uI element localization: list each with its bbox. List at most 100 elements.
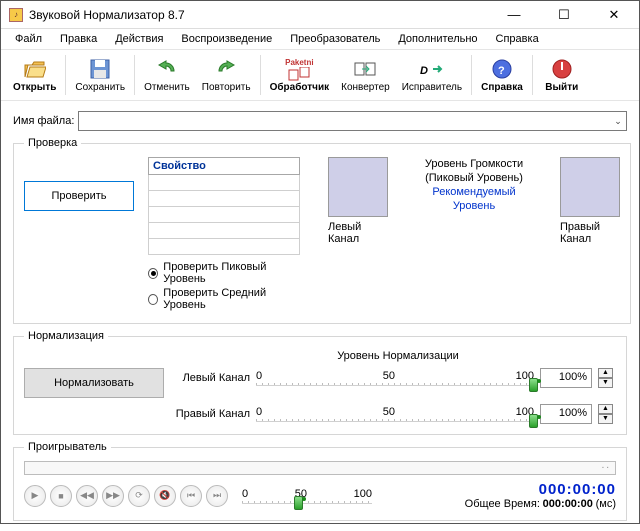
svg-text:?: ?	[498, 65, 505, 77]
filename-row: Имя файла: ⌄	[13, 111, 627, 131]
undo-label: Отменить	[144, 82, 190, 93]
prev-button[interactable]: ⏮	[180, 485, 202, 507]
up-icon: ▲	[598, 368, 613, 378]
norm-level-label: Уровень Нормализации	[256, 350, 540, 362]
right-spinner[interactable]: ▲▼	[598, 404, 616, 424]
left-slider[interactable]: 050100	[256, 370, 534, 386]
forward-button[interactable]: ▶▶	[102, 485, 124, 507]
mute-button[interactable]: 🔇	[154, 485, 176, 507]
left-channel-label: Левый Канал	[328, 221, 388, 245]
save-label: Сохранить	[75, 82, 125, 93]
normalize-legend: Нормализация	[24, 330, 108, 342]
radio-icon	[148, 268, 158, 279]
up-icon: ▲	[598, 404, 613, 414]
convert-label: Конвертер	[341, 82, 390, 93]
redo-label: Повторить	[202, 82, 251, 93]
open-button[interactable]: Открыть	[7, 51, 62, 99]
help-icon: ?	[490, 57, 514, 81]
convert-icon	[353, 57, 377, 81]
window-title: Звуковой Нормализатор 8.7	[29, 8, 497, 22]
radio-icon	[148, 294, 158, 305]
time-display: 000:00:00 Общее Время: 000:00:00 (мс)	[465, 481, 616, 510]
normalize-group: Нормализация Уровень Нормализации Нормал…	[13, 330, 627, 435]
progress-dots-icon: ∙∙	[601, 462, 611, 473]
property-row	[148, 175, 300, 191]
property-row	[148, 239, 300, 255]
help-label: Справка	[481, 82, 523, 93]
filename-label: Имя файла:	[13, 115, 74, 127]
property-header: Свойство	[148, 157, 300, 175]
right-slider[interactable]: 050100	[256, 406, 534, 422]
check-group: Проверка Проверить Свойство Проверить Пи…	[13, 137, 631, 324]
exit-label: Выйти	[545, 82, 578, 93]
property-row	[148, 223, 300, 239]
undo-button[interactable]: Отменить	[138, 51, 196, 99]
property-table: Свойство	[148, 157, 300, 255]
slider-thumb-icon[interactable]	[529, 414, 538, 428]
radio-peak[interactable]: Проверить Пиковый Уровень	[148, 261, 300, 285]
down-icon: ▼	[598, 414, 613, 424]
menu-extra[interactable]: Дополнительно	[390, 31, 485, 47]
minimize-button[interactable]: —	[497, 5, 531, 25]
right-channel-label: Правый Канал	[560, 221, 620, 245]
slider-thumb-icon[interactable]	[294, 496, 303, 510]
check-legend: Проверка	[24, 137, 81, 149]
down-icon: ▼	[598, 378, 613, 388]
stop-button[interactable]: ■	[50, 485, 72, 507]
app-icon: ♪	[9, 8, 23, 22]
exit-icon	[550, 57, 574, 81]
rewind-button[interactable]: ◀◀	[76, 485, 98, 507]
player-group: Проигрыватель ∙∙ ▶ ■ ◀◀ ▶▶ ⟳ 🔇 ⏮ ⏭ 05010…	[13, 441, 627, 521]
player-legend: Проигрыватель	[24, 441, 111, 453]
norm-right-label: Правый Канал	[170, 408, 250, 420]
slider-thumb-icon[interactable]	[529, 378, 538, 392]
left-spinner[interactable]: ▲▼	[598, 368, 616, 388]
next-button[interactable]: ⏭	[206, 485, 228, 507]
svg-text:D: D	[420, 65, 428, 77]
menu-actions[interactable]: Действия	[107, 31, 171, 47]
fix-label: Исправитель	[402, 82, 462, 93]
exit-button[interactable]: Выйти	[536, 51, 588, 99]
title-bar: ♪ Звуковой Нормализатор 8.7 — ☐ ✕	[1, 1, 639, 29]
norm-left-label: Левый Канал	[170, 372, 250, 384]
batch-button[interactable]: Paketni Обработчик	[264, 51, 336, 99]
normalize-button[interactable]: Нормализовать	[24, 368, 164, 398]
play-button[interactable]: ▶	[24, 485, 46, 507]
undo-icon	[155, 57, 179, 81]
batch-label: Обработчик	[270, 82, 330, 93]
left-percent-input[interactable]: 100%	[540, 368, 592, 388]
chevron-down-icon: ⌄	[610, 116, 626, 127]
progress-bar[interactable]: ∙∙	[24, 461, 616, 475]
convert-button[interactable]: Конвертер	[335, 51, 396, 99]
window-controls: — ☐ ✕	[497, 5, 631, 25]
fix-icon: D	[420, 57, 444, 81]
menu-bar: Файл Правка Действия Воспроизведение Пре…	[1, 29, 639, 49]
redo-button[interactable]: Повторить	[196, 51, 257, 99]
save-button[interactable]: Сохранить	[69, 51, 131, 99]
help-button[interactable]: ? Справка	[475, 51, 529, 99]
position-slider[interactable]: 050100	[242, 488, 372, 504]
save-icon	[88, 57, 112, 81]
property-row	[148, 207, 300, 223]
loop-button[interactable]: ⟳	[128, 485, 150, 507]
menu-file[interactable]: Файл	[7, 31, 50, 47]
maximize-button[interactable]: ☐	[547, 5, 581, 25]
fix-button[interactable]: D Исправитель	[396, 51, 468, 99]
redo-icon	[214, 57, 238, 81]
property-row	[148, 191, 300, 207]
current-time: 000:00:00	[465, 481, 616, 498]
open-label: Открыть	[13, 82, 56, 93]
radio-average[interactable]: Проверить Средний Уровень	[148, 287, 300, 311]
right-channel-preview	[560, 157, 620, 217]
close-button[interactable]: ✕	[597, 5, 631, 25]
toolbar: Открыть Сохранить Отменить Повторить Pak…	[1, 49, 639, 101]
left-channel-preview	[328, 157, 388, 217]
menu-edit[interactable]: Правка	[52, 31, 105, 47]
check-button[interactable]: Проверить	[24, 181, 134, 211]
menu-playback[interactable]: Воспроизведение	[173, 31, 280, 47]
menu-converter[interactable]: Преобразователь	[282, 31, 388, 47]
open-icon	[23, 57, 47, 81]
menu-help[interactable]: Справка	[488, 31, 547, 47]
filename-combo[interactable]: ⌄	[78, 111, 627, 131]
right-percent-input[interactable]: 100%	[540, 404, 592, 424]
